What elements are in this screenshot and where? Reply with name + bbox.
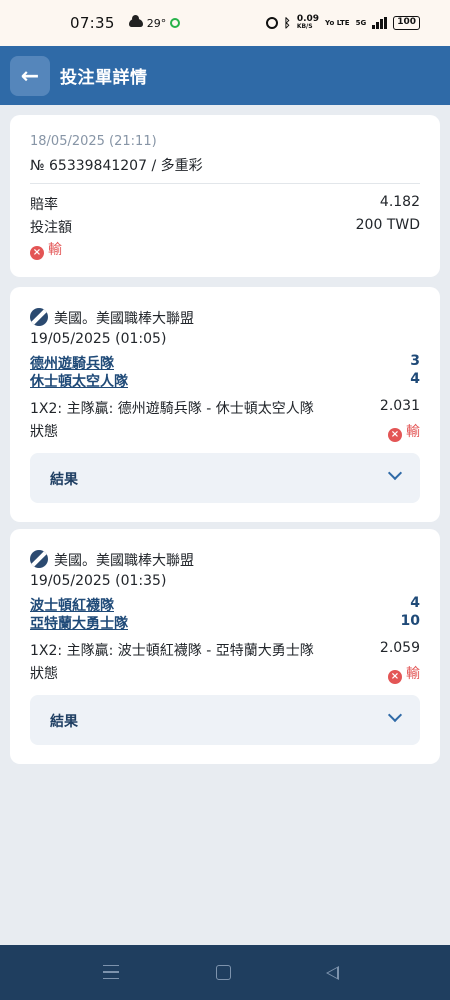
result-label: 結果 <box>50 472 78 488</box>
status-label: 狀態 <box>30 424 58 440</box>
bet-leg-card: 美國。美國職棒大聯盟 19/05/2025 (01:05) 德州遊騎兵隊 3 休… <box>10 287 440 522</box>
away-score: 4 <box>410 371 420 387</box>
battery-icon: 100 <box>393 16 420 30</box>
status-badge: × 輸 <box>388 421 420 442</box>
signal-label: 5G <box>355 19 367 27</box>
chevron-down-icon <box>387 707 403 723</box>
net-speed: 0.09 KB/S <box>296 14 320 31</box>
result-expander[interactable]: 結果 <box>30 453 420 503</box>
status-time: 07:35 <box>70 14 115 32</box>
leg-odds: 2.059 <box>379 640 420 656</box>
home-team-link[interactable]: 德州遊騎兵隊 <box>30 353 114 373</box>
arrow-left-icon: ← <box>20 63 40 89</box>
status-indicators: ᛒ 0.09 KB/S Yo LTE 5G 100 <box>265 14 420 31</box>
league: 美國。美國職棒大聯盟 <box>30 550 194 570</box>
league: 美國。美國職棒大聯盟 <box>30 308 194 328</box>
home-score: 3 <box>410 353 420 369</box>
ticket-number: № 65339841207 / 多重彩 <box>30 158 203 174</box>
stake-value: 200 TWD <box>355 217 420 233</box>
lte-indicator: Yo LTE <box>325 19 350 27</box>
close-circle-icon: × <box>30 246 44 260</box>
status-badge: × 輸 <box>388 663 420 684</box>
odds-value: 4.182 <box>379 194 420 210</box>
temperature: 29° <box>146 16 167 30</box>
home-team-link[interactable]: 波士頓紅襪隊 <box>30 595 114 615</box>
status-badge: × 輸 <box>30 239 62 260</box>
result-expander[interactable]: 結果 <box>30 695 420 745</box>
status-label: 狀態 <box>30 666 58 682</box>
page-title: 投注單詳情 <box>60 68 148 88</box>
market-selection: 1X2: 主隊贏: 波士頓紅襪隊 - 亞特蘭大勇士隊 <box>30 643 314 659</box>
status-bar: 07:35 29° ᛒ 0.09 KB/S Yo LTE 5G 100 <box>0 0 450 46</box>
divider <box>30 183 420 184</box>
close-circle-icon: × <box>388 428 402 442</box>
home-icon[interactable] <box>216 965 231 980</box>
baseball-icon <box>30 550 48 568</box>
back-button[interactable]: ← <box>10 56 50 96</box>
odds-label: 賠率 <box>30 197 58 213</box>
bet-summary-card: 18/05/2025 (21:11) № 65339841207 / 多重彩 賠… <box>10 115 440 277</box>
bet-datetime: 18/05/2025 (21:11) <box>30 134 157 149</box>
market-selection: 1X2: 主隊贏: 德州遊騎兵隊 - 休士頓太空人隊 <box>30 401 314 417</box>
weather: 29° <box>128 15 181 30</box>
bluetooth-icon: ᛒ <box>283 16 291 30</box>
bet-leg-card: 美國。美國職棒大聯盟 19/05/2025 (01:35) 波士頓紅襪隊 4 亞… <box>10 529 440 764</box>
system-nav-bar <box>0 945 450 1000</box>
match-datetime: 19/05/2025 (01:35) <box>30 573 167 589</box>
alarm-icon <box>265 17 278 29</box>
away-team-link[interactable]: 亞特蘭大勇士隊 <box>30 613 128 633</box>
app-header: ← 投注單詳情 <box>0 46 450 105</box>
close-circle-icon: × <box>388 670 402 684</box>
match-datetime: 19/05/2025 (01:05) <box>30 331 167 347</box>
away-score: 10 <box>400 613 420 629</box>
signal-icon <box>372 17 388 29</box>
stake-label: 投注額 <box>30 220 72 236</box>
chevron-down-icon <box>387 465 403 481</box>
away-team-link[interactable]: 休士頓太空人隊 <box>30 371 128 391</box>
leg-odds: 2.031 <box>379 398 420 414</box>
home-score: 4 <box>410 595 420 611</box>
cloud-icon <box>128 15 143 27</box>
baseball-icon <box>30 308 48 326</box>
back-triangle-icon[interactable] <box>326 966 339 980</box>
app-notification-icon <box>170 18 181 28</box>
menu-icon[interactable] <box>103 965 119 979</box>
result-label: 結果 <box>50 714 78 730</box>
